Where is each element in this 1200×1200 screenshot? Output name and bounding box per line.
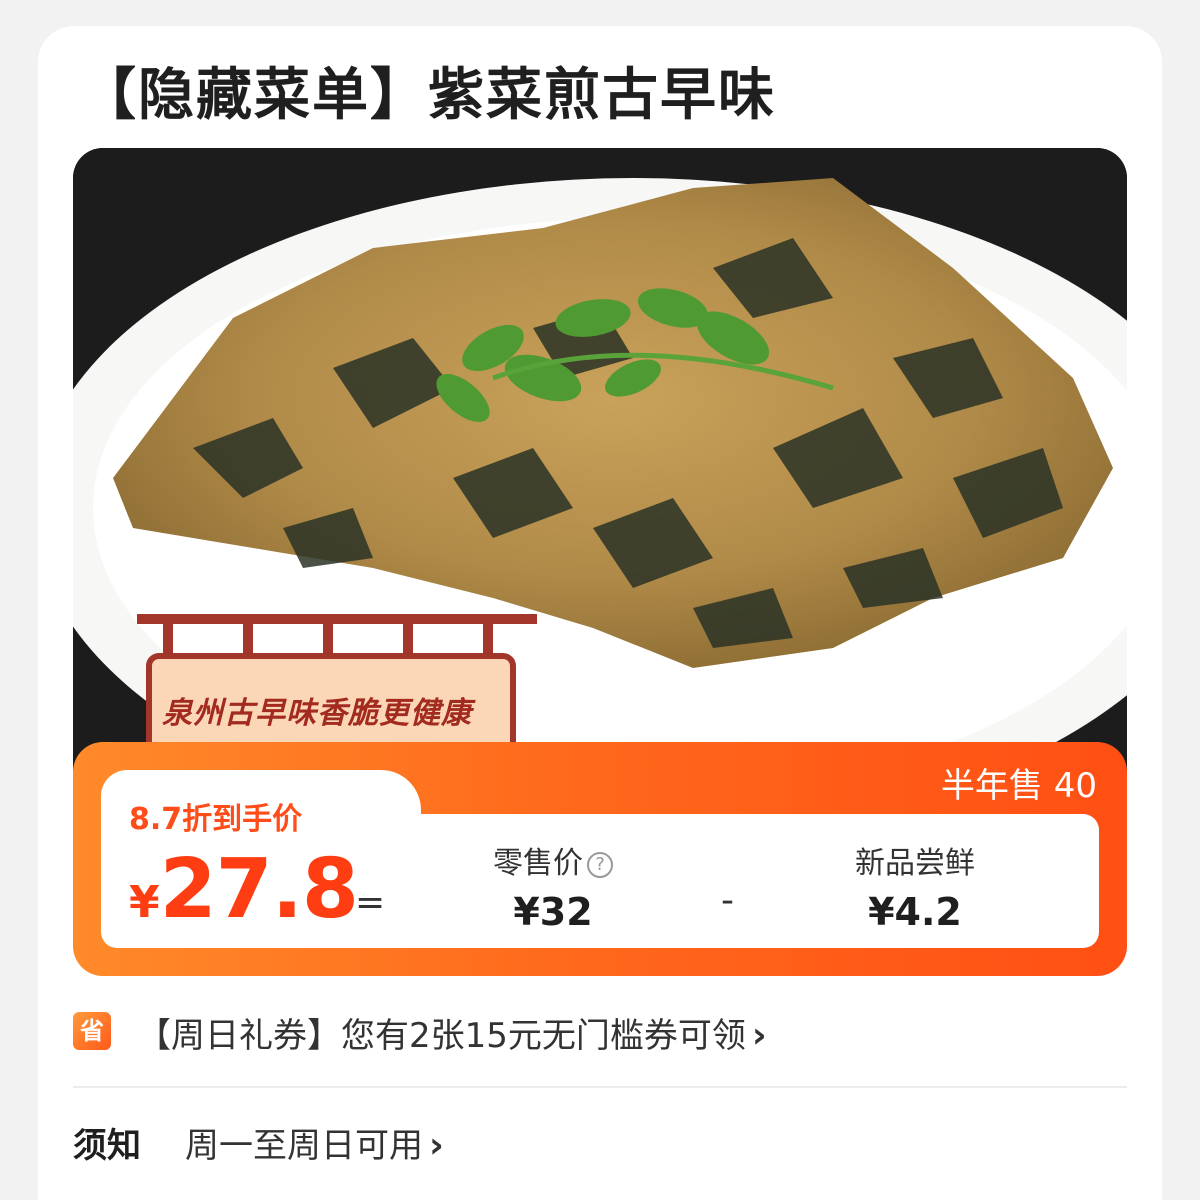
final-price: ¥27.8 (129, 842, 359, 937)
chevron-right-icon: › (751, 1015, 767, 1056)
notice-text-wrap: 周一至周日可用 › (185, 1118, 444, 1167)
new-discount-value: ¥4.2 (868, 890, 962, 934)
help-icon[interactable]: ? (587, 851, 613, 878)
new-discount-label: 新品尝鲜 (855, 846, 975, 881)
sold-count: 半年售 40 (940, 766, 1097, 806)
chevron-right-icon: › (429, 1125, 444, 1166)
image-caption: 泉州古早味香脆更健康 (162, 696, 472, 731)
retail-price-block: 零售价? ¥32 (433, 838, 673, 934)
retail-price-label-text: 零售价 (493, 846, 583, 881)
save-icon: 省 (73, 1012, 111, 1050)
discount-label: 8.7折到手价 (129, 802, 303, 837)
product-title: 【隐藏菜单】紫菜煎古早味 (80, 63, 776, 128)
retail-price-value: ¥32 (513, 890, 593, 934)
notice-text: 周一至周日可用 (185, 1126, 423, 1166)
new-discount-block: 新品尝鲜 ¥4.2 (795, 838, 1035, 934)
price-banner: 半年售 40 8.7折到手价 ¥27.8 = 零售价? ¥32 - 新品尝鲜 ¥… (73, 742, 1127, 976)
notice-row[interactable]: 须知 周一至周日可用 › (73, 1118, 1127, 1166)
currency-symbol: ¥ (129, 877, 160, 928)
minus-sign: - (721, 880, 734, 921)
final-price-value: 27.8 (159, 842, 359, 937)
divider (73, 1086, 1127, 1088)
notice-label: 须知 (73, 1126, 141, 1166)
retail-price-label: 零售价? (433, 838, 673, 882)
equals-sign: = (355, 882, 386, 923)
coupon-row[interactable]: 省 【周日礼券】您有2张15元无门槛券可领 › (73, 1008, 1127, 1056)
coupon-text-wrap: 【周日礼券】您有2张15元无门槛券可领 › (137, 1008, 767, 1057)
coupon-text: 【周日礼券】您有2张15元无门槛券可领 (137, 1016, 746, 1056)
